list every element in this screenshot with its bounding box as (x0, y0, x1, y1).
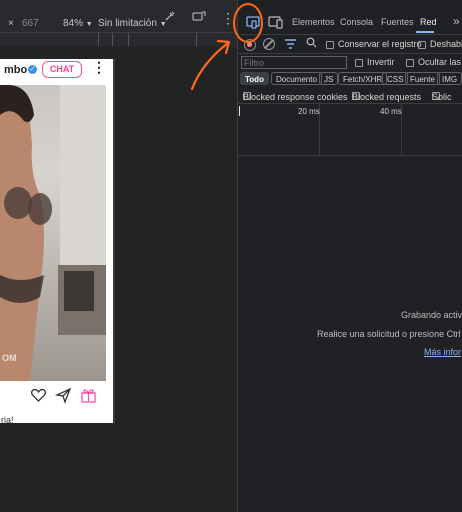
filter-icon[interactable] (284, 38, 297, 53)
brand-name[interactable]: mbo (4, 64, 27, 76)
disable-cache-checkbox[interactable]: Deshabili (418, 39, 462, 49)
timeline-label: 40 ms (380, 107, 402, 116)
tab-fuentes[interactable]: Fuentes (381, 17, 414, 27)
annotation-circle (233, 3, 263, 43)
checkbox-icon (355, 58, 363, 67)
post-actions (30, 387, 97, 404)
chip-todo[interactable]: Todo (240, 72, 269, 85)
emulated-viewport: mbo ✓ CHAT ⋮ OM ria! (0, 47, 238, 512)
photo-figure (0, 85, 106, 381)
hide-urls-label: Ocultar las U (418, 57, 462, 67)
hide-urls-checkbox[interactable]: Ocultar las U (406, 57, 462, 67)
empty-state-hint: Realice una solicitud o presione Ctrl (317, 329, 461, 339)
rotate-icon[interactable] (192, 10, 206, 25)
third-party-label: Solic (432, 92, 452, 102)
eyedropper-icon[interactable] (164, 10, 176, 25)
chip-fetch-xhr[interactable]: Fetch/XHR (338, 72, 388, 85)
active-tab-indicator (416, 31, 434, 33)
zoom-value: 84% (63, 17, 84, 29)
type-filter-chips: Todo Documento JS Fetch/XHR CSS Fuente I… (240, 72, 462, 88)
watermark: OM (2, 353, 17, 363)
blocked-cookies-label: Blocked response cookies (243, 92, 348, 102)
post-photo[interactable]: OM (0, 85, 106, 381)
filter-row: Invertir Ocultar las U (238, 55, 462, 71)
devtools-tabs: Elementos Consola Fuentes Red » (238, 12, 462, 34)
width-input[interactable]: 667 (22, 18, 39, 29)
post-caption: ria! (1, 415, 14, 425)
chip-js[interactable]: JS (319, 72, 339, 85)
chat-button[interactable]: CHAT (42, 61, 82, 78)
chevron-down-icon: ▼ (85, 20, 93, 28)
blocked-requests-label: Blocked requests (352, 92, 422, 102)
preserve-log-label: Conservar el registro (338, 39, 422, 49)
inspect-device-icon[interactable] (266, 12, 286, 32)
checkbox-icon (418, 40, 426, 49)
throttle-value: Sin limitación (98, 17, 157, 29)
clear-icon[interactable] (263, 38, 275, 50)
disable-cache-label: Deshabili (430, 39, 462, 49)
chip-documento[interactable]: Documento (271, 72, 322, 85)
chip-fuente[interactable]: Fuente (405, 72, 440, 85)
timeline-cursor (239, 106, 240, 116)
blocked-row: Blocked response cookies Blocked request… (238, 88, 462, 103)
empty-state-title: Grabando activ (401, 310, 462, 320)
checkbox-icon (406, 58, 414, 67)
preserve-log-checkbox[interactable]: Conservar el registro (326, 39, 422, 49)
devtools-panel: Elementos Consola Fuentes Red » Conserva… (238, 0, 462, 512)
tab-red[interactable]: Red (420, 17, 437, 27)
network-toolbar: Conservar el registro Deshabili (238, 34, 462, 54)
tab-elementos[interactable]: Elementos (292, 17, 335, 27)
tab-consola[interactable]: Consola (340, 17, 373, 27)
zoom-select[interactable]: 84% ▼ (63, 18, 93, 29)
verified-icon: ✓ (28, 65, 37, 74)
mobile-page: mbo ✓ CHAT ⋮ OM ria! (0, 59, 115, 425)
chip-img[interactable]: IMG (437, 72, 462, 85)
learn-more-link[interactable]: Más infor (424, 347, 461, 357)
heart-icon[interactable] (30, 387, 47, 404)
send-icon[interactable] (54, 387, 72, 404)
gift-icon[interactable] (80, 387, 97, 404)
close-dimension-icon[interactable]: × (8, 18, 14, 29)
annotation-arrow (190, 39, 231, 91)
throttle-select[interactable]: Sin limitación ▼ (98, 18, 167, 29)
more-tabs-icon[interactable]: » (453, 14, 460, 28)
invert-checkbox[interactable]: Invertir (355, 57, 395, 67)
more-options-icon[interactable]: ⋮ (92, 59, 106, 76)
search-icon[interactable] (306, 37, 317, 51)
device-toolbar-row: × 667 84% ▼ Sin limitación ▼ ⋮ (0, 10, 238, 34)
filter-input[interactable] (241, 56, 347, 69)
timeline-label: 20 ms (298, 107, 320, 116)
checkbox-icon (326, 40, 334, 49)
invert-label: Invertir (367, 57, 395, 67)
network-overview[interactable]: 20 ms 40 ms (238, 103, 462, 156)
